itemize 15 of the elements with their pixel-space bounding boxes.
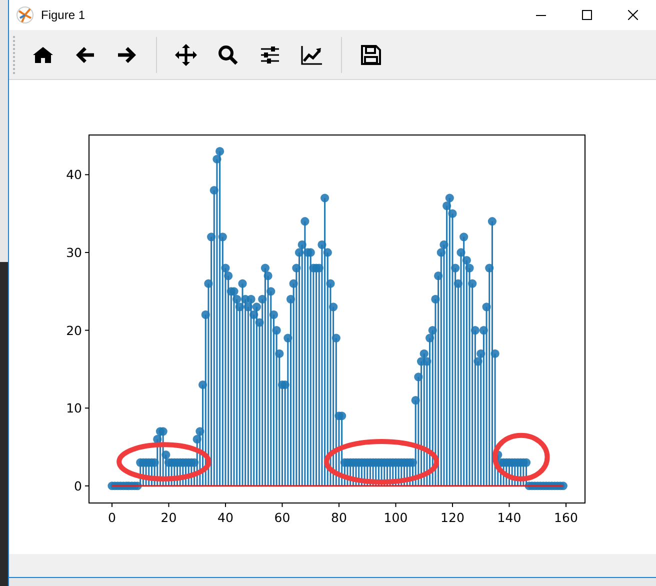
x-tick-label: 100 bbox=[384, 510, 408, 525]
y-tick-label: 0 bbox=[74, 478, 82, 494]
x-tick-label: 140 bbox=[497, 510, 522, 525]
x-tick-label: 160 bbox=[554, 510, 578, 525]
y-tick-label: 30 bbox=[66, 244, 82, 260]
x-tick-label: 80 bbox=[331, 510, 347, 525]
window-title: Figure 1 bbox=[41, 8, 86, 22]
x-tick-label: 120 bbox=[440, 510, 464, 525]
y-tick-label: 10 bbox=[66, 400, 82, 416]
y-tick-label: 40 bbox=[66, 167, 82, 182]
x-tick-label: 60 bbox=[274, 510, 290, 525]
x-tick-label: 0 bbox=[108, 510, 116, 525]
y-tick-label: 20 bbox=[66, 322, 82, 338]
x-tick-label: 40 bbox=[218, 510, 234, 525]
x-tick-label: 20 bbox=[160, 510, 177, 525]
